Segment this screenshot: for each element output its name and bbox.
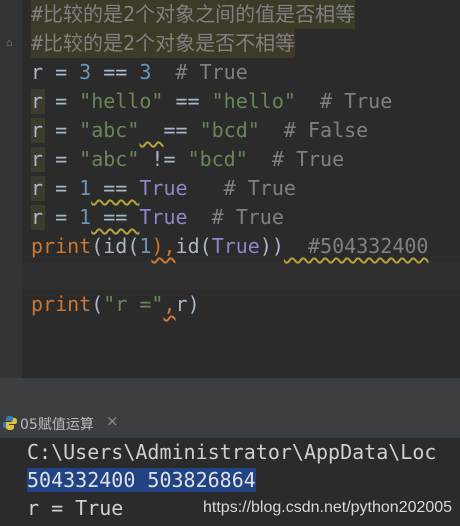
code-token: "bcd" <box>187 147 248 171</box>
code-token: ( <box>127 234 140 258</box>
code-token: True <box>139 205 188 229</box>
code-token: # True <box>151 60 248 84</box>
console-line: C:\Users\Administrator\AppData\Loc <box>27 440 437 464</box>
code-token: # False <box>259 118 369 142</box>
code-token: r = <box>31 60 80 84</box>
code-line[interactable]: print("r =",r) <box>0 290 460 319</box>
code-text: #比较的是2个对象是否不相等 <box>31 29 296 58</box>
code-text: r = "abc" != "bcd" # True <box>31 145 344 174</box>
code-line[interactable]: r = 3 == 3 # True <box>0 58 460 87</box>
close-icon[interactable]: × <box>106 412 119 430</box>
code-token: ( <box>91 292 104 316</box>
code-token: )) <box>259 234 284 258</box>
tab-strip <box>130 408 460 438</box>
code-token: "hello" <box>79 89 164 113</box>
code-token: 1 <box>139 234 152 258</box>
run-tab-label: 05赋值运算 <box>20 417 94 433</box>
code-text: print("r =",r) <box>31 290 200 319</box>
code-token: == <box>163 89 212 113</box>
run-tab[interactable]: 05赋值运算 × <box>0 408 130 438</box>
code-token: != <box>139 147 188 171</box>
code-line[interactable]: print(id(1),id(True)) #504332400 <box>0 232 460 261</box>
code-text: r = "hello" == "hello" # True <box>31 87 392 116</box>
code-token: "abc" <box>79 118 140 142</box>
code-token: id <box>103 234 128 258</box>
code-token: ), <box>151 234 176 258</box>
code-token: 3 <box>79 60 92 84</box>
code-token: r <box>175 292 188 316</box>
code-token: #比较的是2个对象是否不相等 <box>31 31 296 55</box>
code-token: True <box>139 176 188 200</box>
code-token: ( <box>91 234 104 258</box>
code-text: print(id(1),id(True)) #504332400 <box>31 232 428 261</box>
code-line[interactable]: r = "abc" == "bcd" # False <box>0 116 460 145</box>
code-editor[interactable]: ⌂ #比较的是2个对象之间的值是否相等 #比较的是2个对象是否不相等 r = 3 =… <box>0 0 460 378</box>
code-token: "r =" <box>103 292 164 316</box>
code-token: r = <box>31 118 80 142</box>
code-token: ) <box>187 292 200 316</box>
code-token: , <box>163 292 176 316</box>
code-token: True <box>211 234 260 258</box>
code-line[interactable]: r = "abc" != "bcd" # True <box>0 145 460 174</box>
code-text: r = 1 == True # True <box>31 203 284 232</box>
code-line[interactable]: #比较的是2个对象之间的值是否相等 <box>0 0 460 29</box>
code-token: print <box>31 292 92 316</box>
code-token: r = <box>31 147 80 171</box>
console-line: r = True <box>27 496 124 520</box>
code-line[interactable]: r = 1 == True # True <box>0 174 460 203</box>
code-line[interactable]: r = 1 == True # True <box>0 203 460 232</box>
code-token: == <box>91 60 140 84</box>
code-token: "abc" <box>79 147 140 171</box>
code-token: r = <box>31 205 80 229</box>
python-icon <box>3 416 17 430</box>
code-token: # True <box>295 89 393 113</box>
code-token: #504332400 <box>283 234 429 258</box>
code-token: # True <box>187 205 284 229</box>
panel-divider <box>0 378 460 408</box>
code-text: r = 3 == 3 # True <box>31 58 248 87</box>
code-token: == <box>91 176 140 200</box>
code-token: == <box>91 205 140 229</box>
code-line[interactable]: #比较的是2个对象是否不相等 <box>0 29 460 58</box>
code-token: print <box>31 234 92 258</box>
code-token: #比较的是2个对象之间的值是否相等 <box>31 2 356 26</box>
code-text: r = "abc" == "bcd" # False <box>31 116 368 145</box>
code-token: 1 <box>79 205 92 229</box>
code-token: r = <box>31 89 80 113</box>
code-line[interactable] <box>0 261 460 290</box>
console-line-selected: 504332400 503826864 <box>27 466 256 494</box>
code-text: r = 1 == True # True <box>31 174 296 203</box>
watermark: https://blog.csdn.net/python202005 <box>203 499 453 516</box>
code-token: r = <box>31 176 80 200</box>
code-token: "hello" <box>211 89 296 113</box>
code-token: id <box>175 234 200 258</box>
code-token: == <box>163 118 200 142</box>
code-line[interactable]: r = "hello" == "hello" # True <box>0 87 460 116</box>
code-token: ( <box>199 234 212 258</box>
console-selection: 504332400 503826864 <box>27 468 256 492</box>
code-token: # True <box>247 147 345 171</box>
code-token: 1 <box>79 176 92 200</box>
code-token: # True <box>187 176 296 200</box>
code-text: #比较的是2个对象之间的值是否相等 <box>31 0 356 29</box>
code-token: 3 <box>139 60 152 84</box>
code-token: "bcd" <box>199 118 260 142</box>
